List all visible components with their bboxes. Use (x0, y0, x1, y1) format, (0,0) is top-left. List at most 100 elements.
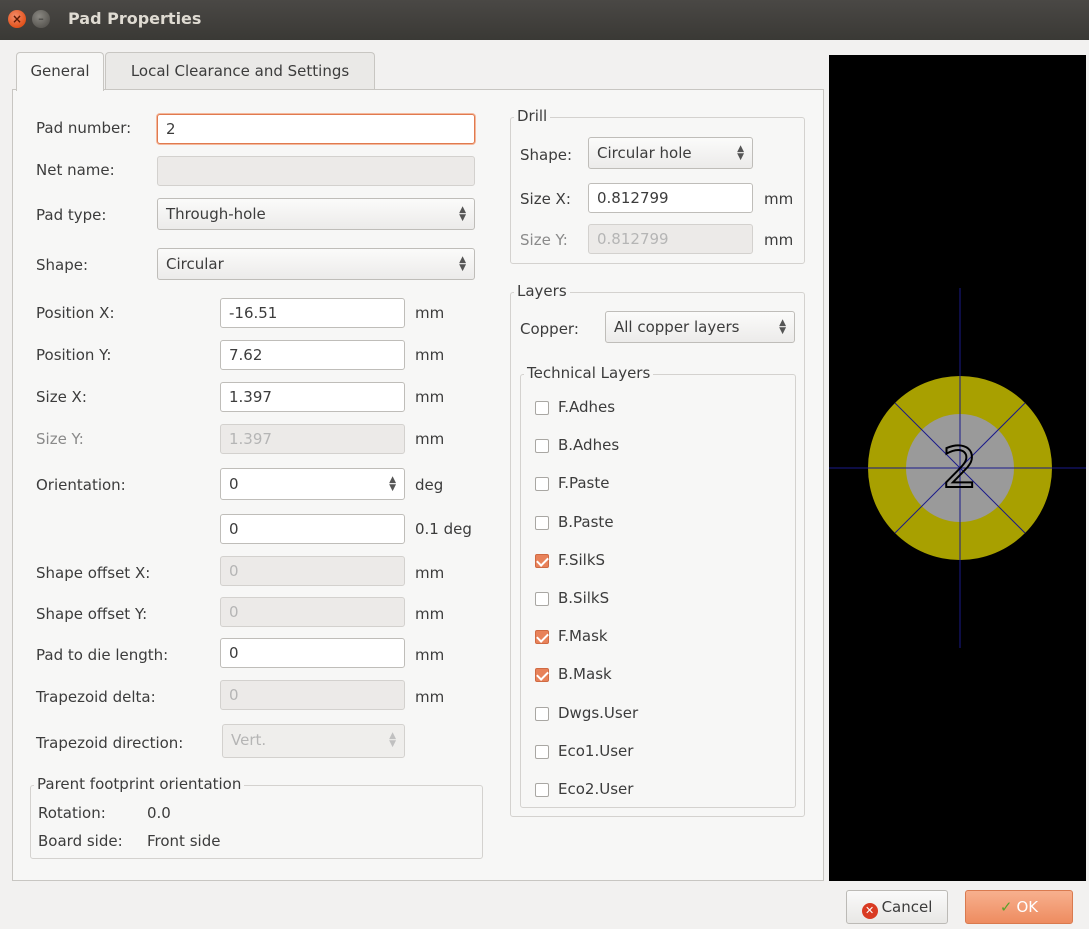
position-y-input[interactable]: 7.62 (220, 340, 405, 370)
size-x-input[interactable]: 1.397 (220, 382, 405, 412)
layer-checkbox-label: Dwgs.User (558, 703, 639, 722)
pad-type-label: Pad type: (36, 206, 107, 224)
drill-shape-label: Shape: (520, 146, 573, 164)
updown-icon: ▲ ▼ (459, 205, 466, 223)
layer-checkbox-label: B.Adhes (558, 436, 620, 455)
pad-number-input[interactable]: 2 (157, 114, 475, 144)
layer-checkbox-label: B.Mask (558, 665, 612, 684)
copper-value: All copper layers (614, 318, 740, 336)
title-bar: × – Pad Properties (0, 0, 1089, 40)
pad-to-die-input[interactable]: 0 (220, 638, 405, 668)
rotation-value: 0.0 (147, 804, 171, 822)
trapezoid-delta-unit: mm (415, 688, 445, 706)
position-x-label: Position X: (36, 304, 115, 322)
shape-label: Shape: (36, 256, 89, 274)
layer-checkbox-label: Eco2.User (558, 780, 634, 798)
drill-size-y-label: Size Y: (520, 231, 568, 249)
layer-checkbox[interactable] (535, 401, 549, 415)
layer-checkbox[interactable] (535, 706, 549, 721)
copper-label: Copper: (520, 320, 579, 338)
trapezoid-direction-label: Trapezoid direction: (36, 734, 184, 752)
size-y-label: Size Y: (36, 430, 84, 448)
ok-button[interactable]: ✓ OK (965, 890, 1073, 924)
shape-offset-x-label: Shape offset X: (36, 564, 151, 582)
orientation-fine-unit: 0.1 deg (415, 520, 472, 538)
close-icon[interactable]: × (8, 10, 26, 28)
layers-title: Layers (514, 282, 570, 300)
pad-type-value: Through-hole (166, 205, 266, 223)
cancel-icon: ✕ (861, 903, 878, 919)
layer-checkbox[interactable] (535, 515, 549, 530)
pad-to-die-unit: mm (415, 646, 445, 664)
ok-label: OK (1016, 898, 1039, 916)
drill-size-x-label: Size X: (520, 190, 571, 208)
board-side-value: Front side (147, 832, 221, 850)
layer-checkbox[interactable] (535, 439, 549, 454)
shape-value: Circular (166, 255, 224, 273)
updown-icon: ▲ ▼ (779, 318, 786, 336)
pad-number-label-preview: 2 (942, 436, 978, 501)
layer-checkbox-label: F.SilkS (558, 550, 606, 569)
cancel-label: Cancel (881, 898, 933, 916)
cancel-button[interactable]: ✕ Cancel (846, 890, 948, 924)
position-y-label: Position Y: (36, 346, 112, 364)
orientation-value: 0 (229, 475, 239, 493)
orientation-select[interactable]: 0 ▲ ▼ (220, 468, 405, 500)
drill-size-x-input[interactable]: 0.812799 (588, 183, 753, 213)
net-name-input (157, 156, 475, 186)
layer-checkbox[interactable] (535, 630, 549, 645)
pad-preview-canvas: 2 (829, 288, 1086, 648)
drill-title: Drill (514, 107, 551, 125)
drill-size-x-unit: mm (764, 190, 794, 208)
layer-checkbox[interactable] (535, 783, 549, 797)
drill-shape-select[interactable]: Circular hole ▲ ▼ (588, 137, 753, 169)
shape-offset-y-input: 0 (220, 597, 405, 627)
drill-shape-value: Circular hole (597, 144, 692, 162)
size-x-label: Size X: (36, 388, 87, 406)
layer-checkbox[interactable] (535, 744, 549, 759)
shape-offset-y-label: Shape offset Y: (36, 605, 148, 623)
updown-icon: ▲ ▼ (389, 731, 396, 749)
position-y-unit: mm (415, 346, 445, 364)
updown-icon: ▲ ▼ (737, 144, 744, 162)
layer-checkbox[interactable] (535, 477, 549, 492)
size-y-input: 1.397 (220, 424, 405, 454)
shape-offset-y-unit: mm (415, 605, 445, 623)
position-x-unit: mm (415, 304, 445, 322)
updown-icon: ▲ ▼ (389, 475, 396, 493)
rotation-label: Rotation: (38, 804, 106, 822)
technical-layers-title: Technical Layers (524, 364, 654, 382)
window-title: Pad Properties (68, 9, 202, 28)
position-x-input[interactable]: -16.51 (220, 298, 405, 328)
drill-size-y-unit: mm (764, 231, 794, 249)
layer-checkbox[interactable] (535, 553, 549, 568)
layer-checkbox[interactable] (535, 592, 549, 606)
minimize-icon[interactable]: – (32, 10, 50, 28)
copper-select[interactable]: All copper layers ▲ ▼ (605, 311, 795, 343)
shape-select[interactable]: Circular ▲ ▼ (157, 248, 475, 280)
pad-preview: 2 (829, 55, 1086, 881)
trapezoid-direction-value: Vert. (231, 731, 267, 749)
trapezoid-delta-label: Trapezoid delta: (36, 688, 156, 706)
drill-size-y-input: 0.812799 (588, 224, 753, 254)
board-side-label: Board side: (38, 832, 123, 850)
layer-checkbox-label: B.Paste (558, 512, 614, 531)
check-icon: ✓ (999, 898, 1013, 916)
orientation-unit: deg (415, 476, 444, 494)
tab-local-clearance[interactable]: Local Clearance and Settings (105, 52, 375, 90)
size-y-unit: mm (415, 430, 445, 448)
layer-checkbox-label: Eco1.User (558, 741, 634, 760)
layer-checkbox-label: F.Mask (558, 627, 608, 646)
orientation-fine-input[interactable]: 0 (220, 514, 405, 544)
shape-offset-x-unit: mm (415, 564, 445, 582)
layer-checkbox-label: B.SilkS (558, 589, 610, 607)
shape-offset-x-input: 0 (220, 556, 405, 586)
tab-general[interactable]: General (16, 52, 104, 91)
net-name-label: Net name: (36, 161, 115, 179)
pad-to-die-label: Pad to die length: (36, 646, 169, 664)
layer-checkbox[interactable] (535, 668, 549, 683)
layer-checkbox-label: F.Paste (558, 474, 610, 493)
layer-checkbox-label: F.Adhes (558, 398, 616, 416)
orientation-label: Orientation: (36, 476, 126, 494)
pad-type-select[interactable]: Through-hole ▲ ▼ (157, 198, 475, 230)
